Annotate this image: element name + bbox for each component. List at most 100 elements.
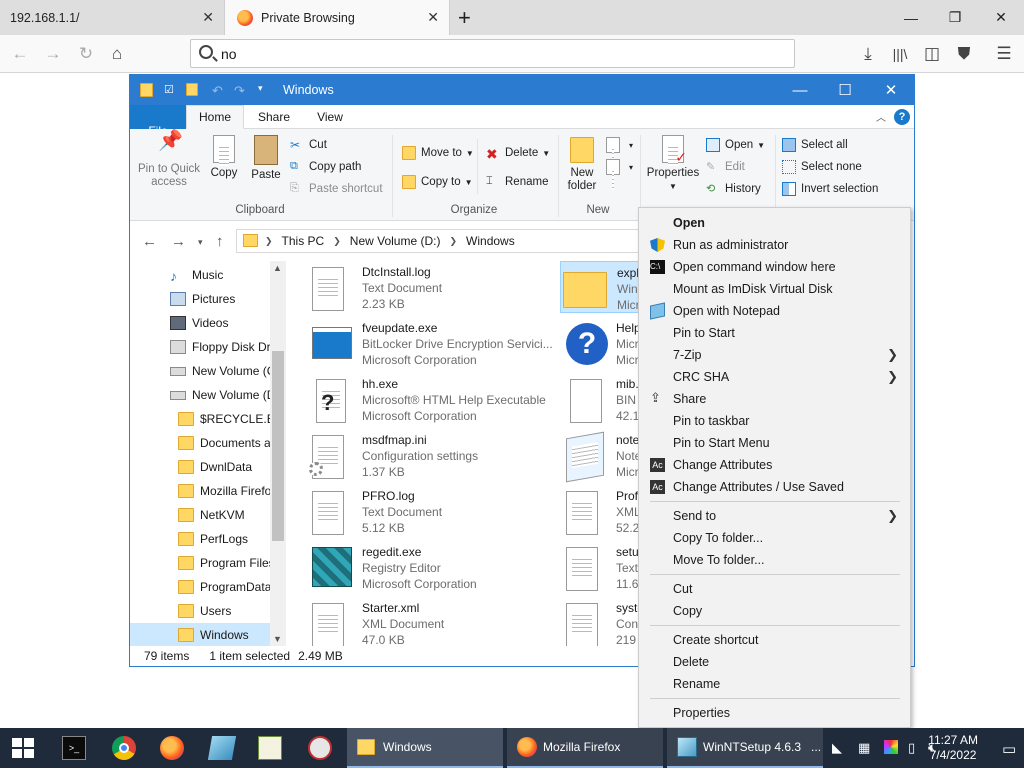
- menu-item-mount-imdisk[interactable]: Mount as ImDisk Virtual Disk: [639, 278, 910, 300]
- breadcrumb-windows[interactable]: Windows: [466, 234, 515, 248]
- browser-tab-192[interactable]: 192.168.1.1/ ✕: [0, 0, 224, 35]
- sidebar-item-users[interactable]: Users: [130, 599, 270, 623]
- paste-shortcut-button[interactable]: ⎘ Paste shortcut: [290, 179, 383, 199]
- close-tab-icon[interactable]: ✕: [202, 9, 214, 26]
- explorer-title-bar[interactable]: ☑ ↶ ↷ ▾ Windows — ☐ ✕: [130, 75, 914, 105]
- file-item[interactable]: mib. BIN 42.1: [560, 373, 642, 425]
- up-icon[interactable]: ↑: [216, 233, 224, 250]
- notes-app-icon[interactable]: [207, 736, 237, 760]
- new-item-button[interactable]: ▾: [606, 135, 633, 168]
- file-item[interactable]: fveupdate.exe BitLocker Drive Encryption…: [306, 317, 556, 369]
- menu-item-open-command-window[interactable]: C:\ Open command window here: [639, 256, 910, 278]
- file-item-selected[interactable]: expl Win Micr: [560, 261, 642, 313]
- sidebar-item-volume-c[interactable]: New Volume (C: [130, 359, 270, 383]
- paste-button[interactable]: Paste: [248, 135, 284, 182]
- help-icon[interactable]: ?: [894, 109, 910, 125]
- tray-usb-icon[interactable]: ▯: [908, 740, 915, 756]
- url-bar[interactable]: no: [190, 39, 795, 68]
- menu-item-crc-sha[interactable]: CRC SHA ❯: [639, 366, 910, 388]
- tray-color-icon[interactable]: [884, 740, 898, 754]
- menu-item-cut[interactable]: Cut: [639, 578, 910, 600]
- file-item[interactable]: note Note Micr: [560, 429, 642, 483]
- chevron-up-icon[interactable]: ▲: [273, 263, 282, 273]
- sidebar-item-mozilla[interactable]: Mozilla Firefo: [130, 479, 270, 503]
- delete-button[interactable]: ✖ Delete ▼: [486, 143, 550, 163]
- sidebar-item-videos[interactable]: Videos: [130, 311, 270, 335]
- close-window-icon[interactable]: ✕: [868, 75, 914, 105]
- file-item[interactable]: PFRO.log Text Document 5.12 KB: [306, 485, 556, 537]
- customize-quick-access-icon[interactable]: ▾: [258, 83, 272, 97]
- file-item[interactable]: msdfmap.ini Configuration settings 1.37 …: [306, 429, 556, 481]
- sidebar-item-netkvm[interactable]: NetKVM: [130, 503, 270, 527]
- sidebar-item-recycle-bin[interactable]: $RECYCLE.BIN: [130, 407, 270, 431]
- breadcrumb[interactable]: ❯ This PC ❯ New Volume (D:) ❯ Windows: [236, 229, 656, 253]
- file-item[interactable]: Prof XML 52.2: [560, 485, 642, 537]
- edit-button[interactable]: ✎ Edit: [706, 157, 745, 177]
- sidebar-item-documents[interactable]: Documents a: [130, 431, 270, 455]
- scrollbar-thumb[interactable]: [272, 351, 284, 541]
- menu-item-open[interactable]: Open: [639, 212, 910, 234]
- rename-button[interactable]: ⌶ Rename: [486, 172, 548, 192]
- taskbar-clock[interactable]: 11:27 AM 7/4/2022: [928, 733, 978, 763]
- file-item[interactable]: regedit.exe Registry Editor Microsoft Co…: [306, 541, 556, 593]
- cmd-taskbar-icon[interactable]: >_: [62, 736, 86, 760]
- file-item[interactable]: DtcInstall.log Text Document 2.23 KB: [306, 261, 556, 313]
- restore-icon[interactable]: ❐: [932, 0, 978, 35]
- navigation-scrollbar[interactable]: ▲ ▼: [270, 261, 286, 646]
- sidebar-item-windows[interactable]: Windows: [130, 623, 270, 646]
- collapse-ribbon-icon[interactable]: ︿: [876, 109, 886, 124]
- taskbar-item-firefox[interactable]: Mozilla Firefox: [507, 728, 663, 768]
- chevron-down-icon[interactable]: ▼: [273, 634, 282, 644]
- menu-item-move-to-folder[interactable]: Move To folder...: [639, 549, 910, 571]
- back-icon[interactable]: ←: [8, 42, 32, 66]
- pin-to-quick-access-button[interactable]: 📌 Pin to Quick access: [136, 131, 202, 189]
- move-to-button[interactable]: Move to ▼: [402, 143, 474, 163]
- copy-button[interactable]: Copy: [206, 135, 242, 180]
- file-item[interactable]: setu Text 11.6: [560, 541, 642, 593]
- sidebar-item-pictures[interactable]: Pictures: [130, 287, 270, 311]
- copy-path-button[interactable]: ⧉ Copy path: [290, 157, 361, 177]
- invert-selection-button[interactable]: Invert selection: [782, 179, 878, 199]
- file-item[interactable]: Starter.xml XML Document 47.0 KB: [306, 597, 556, 646]
- new-folder-quick-icon[interactable]: [186, 83, 198, 96]
- menu-item-properties[interactable]: Properties: [639, 702, 910, 724]
- close-window-icon[interactable]: ✕: [978, 0, 1024, 35]
- sidebar-item-floppy[interactable]: Floppy Disk Dri: [130, 335, 270, 359]
- tray-network-activity-icon[interactable]: ◣: [832, 740, 842, 756]
- taskbar-item-winntsetup[interactable]: WinNTSetup 4.6.3 ...: [667, 728, 823, 768]
- menu-item-share[interactable]: ⇪ Share: [639, 388, 910, 410]
- breadcrumb-this-pc[interactable]: This PC: [282, 234, 325, 248]
- ublock-icon[interactable]: ⛊: [952, 42, 976, 66]
- history-button[interactable]: ⟲ History: [706, 179, 761, 199]
- cut-button[interactable]: ✂ Cut: [290, 135, 327, 155]
- file-item[interactable]: ? hh.exe Microsoft® HTML Help Executable…: [306, 373, 556, 425]
- breadcrumb-volume-d[interactable]: New Volume (D:): [350, 234, 441, 248]
- close-tab-icon[interactable]: ✕: [427, 9, 439, 26]
- menu-item-change-attributes-saved[interactable]: Ac Change Attributes / Use Saved: [639, 476, 910, 498]
- file-item[interactable]: syste Con 219: [560, 597, 642, 646]
- notifications-icon[interactable]: ▭: [1002, 740, 1016, 758]
- sidebar-icon[interactable]: ◫: [920, 42, 944, 66]
- menu-item-change-attributes[interactable]: Ac Change Attributes: [639, 454, 910, 476]
- sidebar-item-programdata[interactable]: ProgramData: [130, 575, 270, 599]
- firefox-icon[interactable]: [160, 736, 184, 760]
- taskbar-item-windows-explorer[interactable]: Windows: [347, 728, 503, 768]
- sidebar-item-dwnldata[interactable]: DwnlData: [130, 455, 270, 479]
- tab-view[interactable]: View: [302, 105, 358, 129]
- maximize-icon[interactable]: ☐: [822, 75, 868, 105]
- menu-item-copy[interactable]: Copy: [639, 600, 910, 622]
- menu-item-rename[interactable]: Rename: [639, 673, 910, 695]
- menu-item-7zip[interactable]: 7-Zip ❯: [639, 344, 910, 366]
- sidebar-item-perflogs[interactable]: PerfLogs: [130, 527, 270, 551]
- tool-app-icon[interactable]: [308, 736, 332, 760]
- open-button[interactable]: Open ▼: [706, 135, 765, 155]
- start-button-icon[interactable]: [12, 738, 34, 758]
- easy-access-button[interactable]: ▾: [606, 157, 633, 190]
- properties-quick-icon[interactable]: ☑: [164, 83, 178, 97]
- tray-app-icon[interactable]: ▦: [858, 740, 870, 756]
- menu-item-pin-to-start-menu[interactable]: Pin to Start Menu: [639, 432, 910, 454]
- redo-icon[interactable]: ↷: [234, 83, 248, 98]
- menu-item-pin-to-taskbar[interactable]: Pin to taskbar: [639, 410, 910, 432]
- sidebar-item-music[interactable]: ♪ Music: [130, 263, 270, 287]
- new-tab-icon[interactable]: +: [458, 5, 471, 31]
